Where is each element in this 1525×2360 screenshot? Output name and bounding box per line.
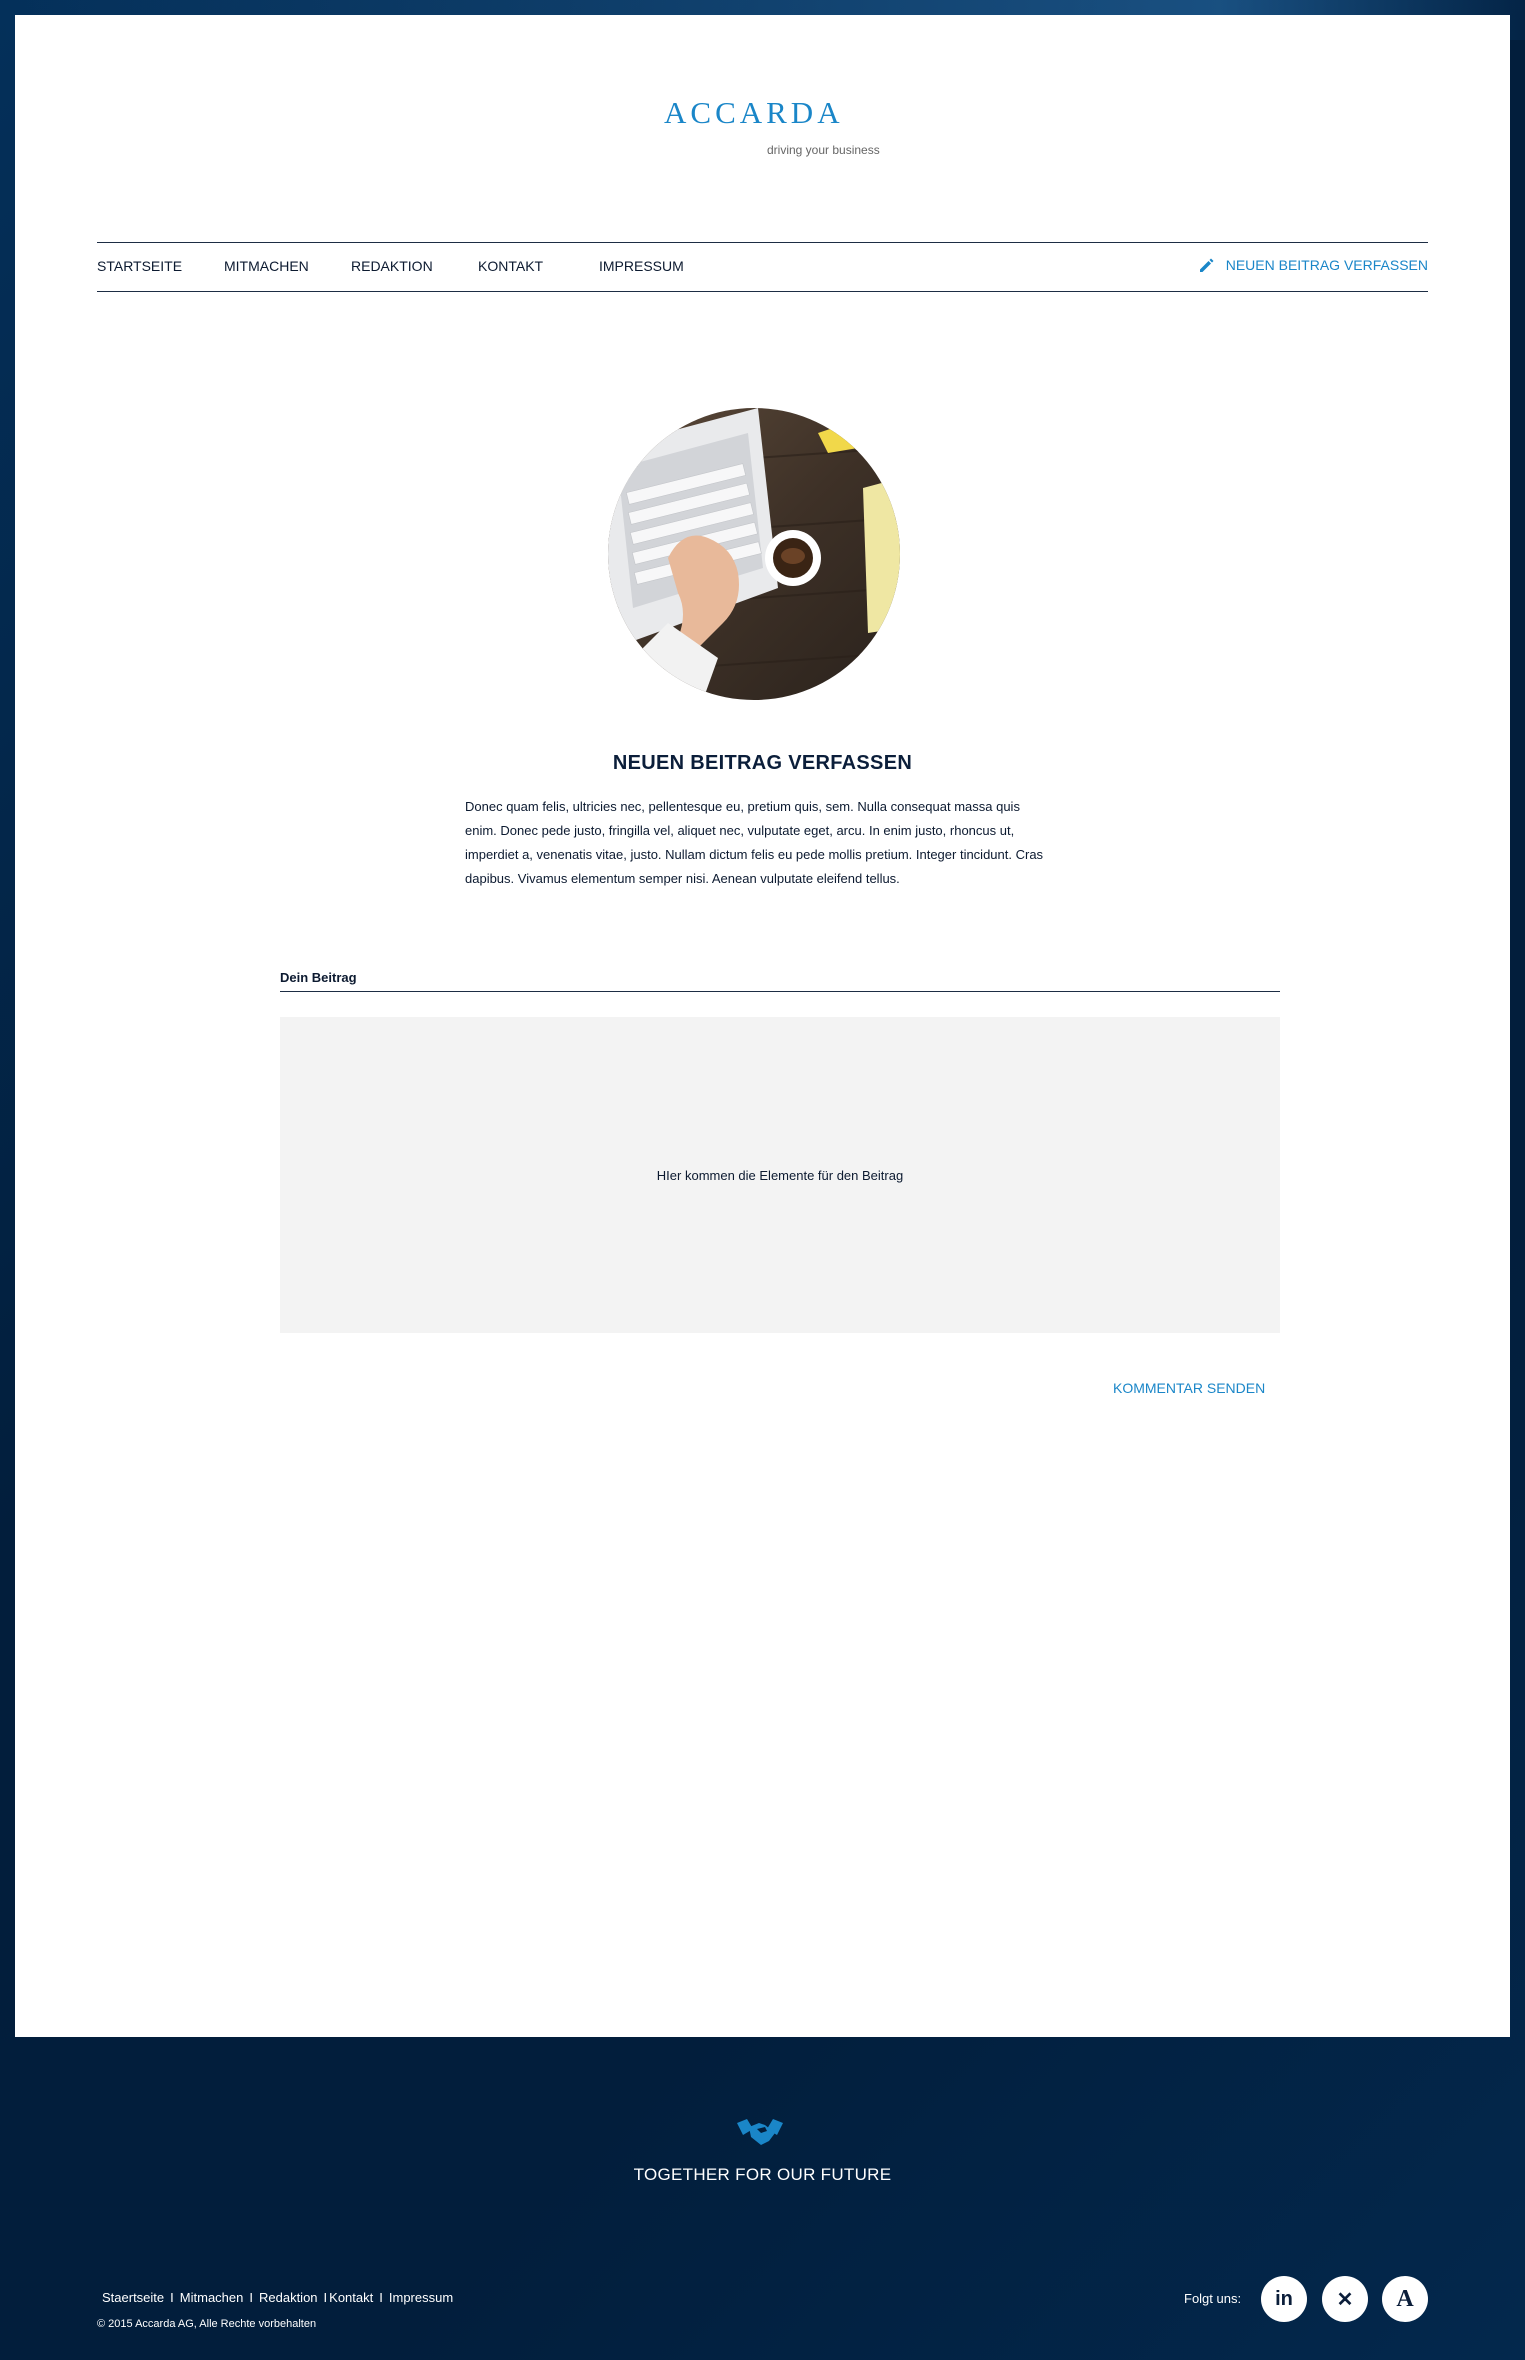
logo-tagline: driving your business — [767, 143, 880, 157]
content-card: ACCARDA driving your business STARTSEITE… — [15, 15, 1510, 2037]
new-post-label: NEUEN BEITRAG VERFASSEN — [1225, 257, 1428, 273]
copyright: © 2015 Accarda AG, Alle Rechte vorbehalt… — [97, 2318, 317, 2330]
main-navigation: STARTSEITE MITMACHEN REDAKTION KONTAKT I… — [97, 242, 1428, 292]
linkedin-icon[interactable]: in — [1261, 2276, 1307, 2322]
accarda-icon[interactable]: A — [1382, 2276, 1428, 2322]
nav-item-redaktion[interactable]: REDAKTION — [351, 258, 433, 274]
footer-navigation: Staertseite I Mitmachen I Redaktion I Kontakt I… — [102, 2290, 454, 2305]
nav-item-startseite[interactable]: STARTSEITE — [97, 258, 182, 274]
footer-link-redaktion[interactable]: Redaktion — [259, 2290, 318, 2305]
footer-link-startseite[interactable]: Staertseite — [102, 2290, 164, 2305]
handshake-icon — [737, 2119, 783, 2145]
form-label: Dein Beitrag — [280, 970, 1280, 992]
nav-item-mitmachen[interactable]: MITMACHEN — [224, 258, 309, 274]
pencil-icon — [1199, 258, 1214, 272]
submit-comment-button[interactable]: KOMMENTAR SENDEN — [1113, 1380, 1265, 1396]
nav-item-impressum[interactable]: IMPRESSUM — [599, 258, 684, 274]
logo-wordmark: ACCARDA — [664, 95, 844, 130]
page-title: NEUEN BEITRAG VERFASSEN — [612, 752, 913, 774]
content-placeholder: HIer kommen die Elemente für den Beitrag — [656, 1167, 904, 1183]
follow-label: Folgt uns: — [1184, 2291, 1242, 2306]
xing-icon[interactable]: ✕ — [1322, 2276, 1368, 2322]
footer-link-impressum[interactable]: Impressum — [389, 2290, 453, 2305]
intro-text: Donec quam felis, ultricies nec, pellent… — [465, 799, 1044, 886]
footer-link-mitmachen[interactable]: Mitmachen — [180, 2290, 244, 2305]
nav-item-kontakt[interactable]: KONTAKT — [478, 258, 543, 274]
post-content-area[interactable]: HIer kommen die Elemente für den Beitrag — [280, 1017, 1280, 1333]
hero-image — [608, 408, 900, 700]
accarda-logo[interactable]: ACCARDA driving your business — [650, 95, 890, 165]
footer-link-kontakt[interactable]: Kontakt — [329, 2290, 373, 2305]
footer-tagline: TOGETHER FOR OUR FUTURE — [633, 2165, 892, 2184]
new-post-link[interactable]: NEUEN BEITRAG VERFASSEN — [1198, 256, 1428, 274]
